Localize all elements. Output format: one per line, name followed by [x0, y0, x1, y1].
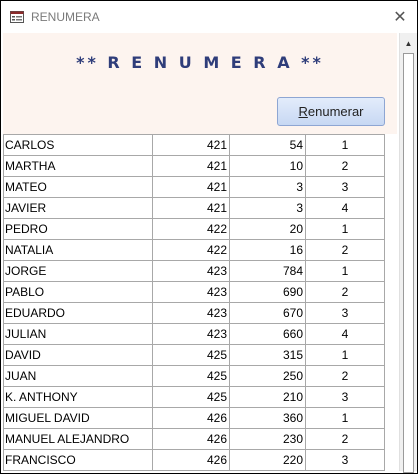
- code-cell[interactable]: 423: [152, 281, 230, 303]
- amount-cell[interactable]: 670: [229, 302, 306, 324]
- order-cell[interactable]: 1: [305, 218, 385, 240]
- name-cell[interactable]: JUAN: [3, 365, 153, 387]
- amount-cell[interactable]: 230: [229, 428, 306, 450]
- scroll-up-icon[interactable]: ▲: [400, 35, 417, 51]
- amount-cell[interactable]: 210: [229, 386, 306, 408]
- renumerar-label: enumerar: [307, 104, 364, 119]
- code-cell[interactable]: 421: [152, 176, 230, 198]
- code-cell[interactable]: 421: [152, 197, 230, 219]
- table-row[interactable]: NATALIA 422 16 2: [3, 239, 385, 261]
- table-row[interactable]: FRANCISCO 426 220 3: [3, 449, 385, 471]
- name-cell[interactable]: DAVID: [3, 344, 153, 366]
- order-cell[interactable]: 4: [305, 323, 385, 345]
- scroll-thumb[interactable]: [403, 53, 414, 473]
- order-cell[interactable]: 3: [305, 386, 385, 408]
- table-row[interactable]: CARLOS 421 54 1: [3, 134, 385, 156]
- name-cell[interactable]: K. ANTHONY: [3, 386, 153, 408]
- table-row[interactable]: MARTHA 421 10 2: [3, 155, 385, 177]
- table-row[interactable]: MATEO 421 3 3: [3, 176, 385, 198]
- amount-cell[interactable]: 16: [229, 239, 306, 261]
- order-cell[interactable]: 4: [305, 197, 385, 219]
- code-cell[interactable]: 425: [152, 365, 230, 387]
- code-cell[interactable]: 422: [152, 218, 230, 240]
- name-cell[interactable]: JAVIER: [3, 197, 153, 219]
- table-row[interactable]: JUAN 425 250 2: [3, 365, 385, 387]
- name-cell[interactable]: PABLO: [3, 281, 153, 303]
- name-cell[interactable]: EDUARDO: [3, 302, 153, 324]
- table-row[interactable]: EDUARDO 423 670 3: [3, 302, 385, 324]
- code-cell[interactable]: 421: [152, 134, 230, 156]
- amount-cell[interactable]: 250: [229, 365, 306, 387]
- name-cell[interactable]: MATEO: [3, 176, 153, 198]
- code-cell[interactable]: 421: [152, 155, 230, 177]
- name-cell[interactable]: MARTHA: [3, 155, 153, 177]
- table-row[interactable]: MIGUEL DAVID 426 360 1: [3, 407, 385, 429]
- name-cell[interactable]: MIGUEL DAVID: [3, 407, 153, 429]
- code-cell[interactable]: 423: [152, 323, 230, 345]
- code-cell[interactable]: 426: [152, 428, 230, 450]
- code-cell[interactable]: 425: [152, 344, 230, 366]
- records-list: CARLOS 421 54 1 MARTHA 421 10 2 MATEO 421 3 3 JAVIER…: [3, 134, 397, 471]
- order-cell[interactable]: 2: [305, 365, 385, 387]
- name-cell[interactable]: JORGE: [3, 260, 153, 282]
- code-cell[interactable]: 425: [152, 386, 230, 408]
- name-cell[interactable]: CARLOS: [3, 134, 153, 156]
- form-icon: [10, 11, 24, 23]
- close-button[interactable]: ✕: [383, 1, 417, 33]
- order-cell[interactable]: 2: [305, 239, 385, 261]
- amount-cell[interactable]: 3: [229, 197, 306, 219]
- amount-cell[interactable]: 220: [229, 449, 306, 471]
- code-cell[interactable]: 426: [152, 407, 230, 429]
- name-cell[interactable]: MANUEL ALEJANDRO: [3, 428, 153, 450]
- table-row[interactable]: PEDRO 422 20 1: [3, 218, 385, 240]
- name-cell[interactable]: NATALIA: [3, 239, 153, 261]
- table-row[interactable]: JAVIER 421 3 4: [3, 197, 385, 219]
- amount-cell[interactable]: 690: [229, 281, 306, 303]
- code-cell[interactable]: 423: [152, 302, 230, 324]
- table-row[interactable]: PABLO 423 690 2: [3, 281, 385, 303]
- name-cell[interactable]: JULIAN: [3, 323, 153, 345]
- table-row[interactable]: MANUEL ALEJANDRO 426 230 2: [3, 428, 385, 450]
- form-title: ** R E N U M E R A **: [76, 53, 324, 72]
- table-row[interactable]: JULIAN 423 660 4: [3, 323, 385, 345]
- order-cell[interactable]: 1: [305, 407, 385, 429]
- vertical-scrollbar[interactable]: ▲: [399, 33, 417, 473]
- order-cell[interactable]: 3: [305, 302, 385, 324]
- amount-cell[interactable]: 315: [229, 344, 306, 366]
- order-cell[interactable]: 2: [305, 428, 385, 450]
- amount-cell[interactable]: 20: [229, 218, 306, 240]
- renumerar-accesskey: R: [298, 104, 308, 119]
- records-table: CARLOS 421 54 1 MARTHA 421 10 2 MATEO 421 3 3 JAVIER…: [3, 134, 385, 471]
- amount-cell[interactable]: 10: [229, 155, 306, 177]
- table-row[interactable]: K. ANTHONY 425 210 3: [3, 386, 385, 408]
- order-cell[interactable]: 1: [305, 134, 385, 156]
- table-row[interactable]: JORGE 423 784 1: [3, 260, 385, 282]
- renumerar-button[interactable]: Renumerar: [277, 97, 385, 126]
- table-row[interactable]: DAVID 425 315 1: [3, 344, 385, 366]
- name-cell[interactable]: PEDRO: [3, 218, 153, 240]
- order-cell[interactable]: 3: [305, 176, 385, 198]
- order-cell[interactable]: 2: [305, 155, 385, 177]
- window-title: RENUMERA: [31, 10, 100, 24]
- order-cell[interactable]: 3: [305, 449, 385, 471]
- code-cell[interactable]: 423: [152, 260, 230, 282]
- renumera-window: RENUMERA ✕ ** R E N U M E R A ** Renumer…: [0, 0, 418, 474]
- amount-cell[interactable]: 360: [229, 407, 306, 429]
- amount-cell[interactable]: 54: [229, 134, 306, 156]
- close-icon: ✕: [393, 9, 407, 26]
- code-cell[interactable]: 422: [152, 239, 230, 261]
- name-cell[interactable]: FRANCISCO: [3, 449, 153, 471]
- title-bar: RENUMERA ✕: [1, 1, 417, 33]
- amount-cell[interactable]: 784: [229, 260, 306, 282]
- amount-cell[interactable]: 3: [229, 176, 306, 198]
- order-cell[interactable]: 1: [305, 344, 385, 366]
- order-cell[interactable]: 2: [305, 281, 385, 303]
- order-cell[interactable]: 1: [305, 260, 385, 282]
- code-cell[interactable]: 426: [152, 449, 230, 471]
- amount-cell[interactable]: 660: [229, 323, 306, 345]
